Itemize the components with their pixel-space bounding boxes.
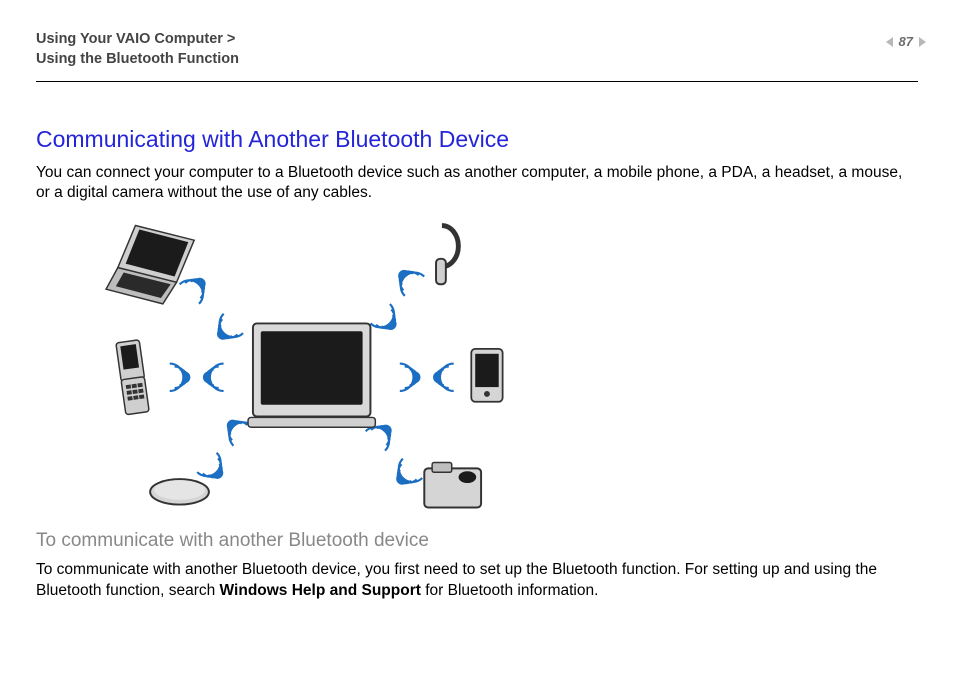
page-navigation: 87 (886, 34, 926, 49)
para2-after: for Bluetooth information. (421, 582, 599, 599)
mouse-icon (150, 480, 209, 505)
bluetooth-diagram-svg (62, 215, 532, 520)
laptop-icon (106, 226, 194, 304)
page-title: Communicating with Another Bluetooth Dev… (36, 126, 918, 153)
breadcrumb-line1: Using Your VAIO Computer > (36, 31, 235, 47)
content-area: Communicating with Another Bluetooth Dev… (36, 82, 918, 601)
paragraph-2: To communicate with another Bluetooth de… (36, 560, 918, 600)
bluetooth-illustration (62, 215, 532, 520)
intro-paragraph: You can connect your computer to a Bluet… (36, 163, 918, 203)
pda-icon (471, 349, 502, 402)
breadcrumb: Using Your VAIO Computer > Using the Blu… (36, 30, 918, 69)
central-computer-icon (248, 324, 375, 428)
mobile-phone-icon (116, 340, 149, 415)
breadcrumb-line2: Using the Bluetooth Function (36, 51, 239, 67)
subheading: To communicate with another Bluetooth de… (36, 530, 918, 552)
prev-page-icon[interactable] (886, 37, 893, 47)
headset-icon (436, 226, 458, 285)
next-page-icon[interactable] (919, 37, 926, 47)
para2-bold: Windows Help and Support (220, 582, 421, 599)
page-number: 87 (899, 34, 913, 49)
camera-icon (424, 463, 481, 508)
